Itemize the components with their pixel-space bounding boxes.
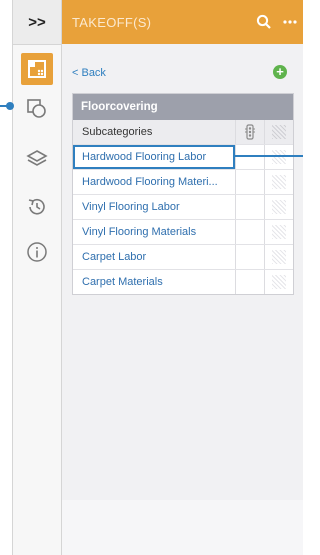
panel-header: TAKEOFF(S) — [62, 0, 303, 44]
callout-connector-line — [233, 155, 303, 157]
table-header-row: Subcategories — [73, 120, 293, 144]
hatch-pattern-icon — [272, 200, 286, 214]
row-label[interactable]: Hardwood Flooring Materi... — [73, 170, 235, 194]
table-row[interactable]: Carpet Labor — [73, 244, 293, 269]
history-icon — [28, 198, 45, 215]
row-label[interactable]: Vinyl Flooring Materials — [73, 220, 235, 244]
table-row[interactable]: Hardwood Flooring Materi... — [73, 169, 293, 194]
more-icon — [283, 20, 297, 24]
add-button[interactable]: + — [273, 65, 287, 79]
table-title: Floorcovering — [73, 94, 293, 120]
hatch-pattern-icon — [272, 225, 286, 239]
hatch-pattern-icon — [272, 150, 286, 164]
expand-button[interactable]: >> — [13, 0, 61, 45]
row-label[interactable]: Hardwood Flooring Labor — [73, 145, 235, 169]
info-button[interactable] — [21, 236, 53, 268]
back-link[interactable]: < Back — [72, 67, 106, 79]
hatch-pattern-icon — [272, 175, 286, 189]
panel-title: TAKEOFF(S) — [72, 14, 152, 30]
search-icon — [256, 14, 271, 29]
add-icon: + — [276, 64, 284, 79]
subcategories-table: Floorcovering Subcategories Hardwood Flo… — [72, 93, 294, 295]
search-button[interactable] — [251, 0, 277, 44]
stack-button[interactable] — [21, 143, 53, 175]
hatch-pattern-icon — [272, 250, 286, 264]
hatch-column[interactable] — [264, 120, 293, 144]
ruler-grid-icon — [28, 60, 46, 78]
hatch-pattern-icon — [272, 275, 286, 289]
rail-pointer — [0, 102, 14, 110]
stack-icon — [26, 150, 48, 166]
row-label[interactable]: Vinyl Flooring Labor — [73, 195, 235, 219]
row-label[interactable]: Carpet Materials — [73, 270, 235, 294]
traffic-light-icon — [245, 124, 255, 140]
takeoff-tool-button[interactable] — [21, 53, 53, 85]
table-header-label: Subcategories — [82, 126, 153, 138]
layers-stack-icon — [27, 99, 46, 118]
row-label[interactable]: Carpet Labor — [73, 245, 235, 269]
expand-label: >> — [28, 13, 46, 31]
left-rail: >> — [12, 0, 62, 555]
more-button[interactable] — [277, 0, 303, 44]
history-button[interactable] — [21, 191, 53, 223]
layers-button[interactable] — [21, 92, 53, 124]
traffic-light-column[interactable] — [235, 120, 264, 144]
table-row[interactable]: Vinyl Flooring Materials — [73, 219, 293, 244]
table-row[interactable]: Vinyl Flooring Labor — [73, 194, 293, 219]
hatch-pattern-icon — [272, 125, 286, 139]
table-row[interactable]: Carpet Materials — [73, 269, 293, 294]
panel-footer — [62, 500, 303, 555]
info-icon — [27, 242, 47, 262]
